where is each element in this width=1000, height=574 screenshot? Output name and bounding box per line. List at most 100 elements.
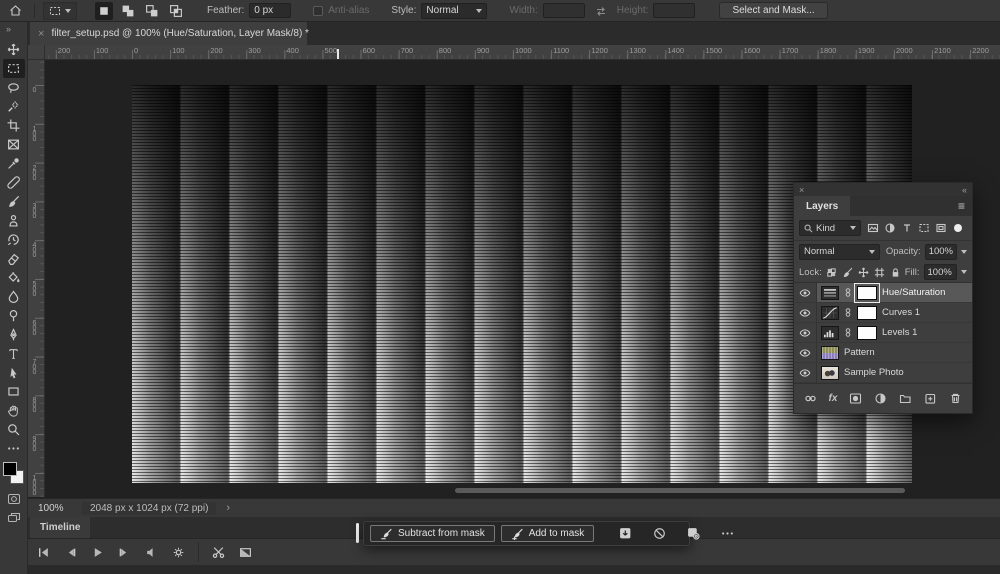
hue-saturation-thumbnail[interactable] (821, 286, 839, 300)
blend-mode-select[interactable]: Normal (799, 244, 880, 260)
play-icon[interactable] (85, 542, 109, 562)
new-selection-icon[interactable] (95, 2, 113, 20)
panel-menu-icon[interactable]: ≡ (958, 199, 972, 213)
subtract-from-mask-button[interactable]: Subtract from mask (370, 525, 495, 542)
fill-input[interactable]: 100% (924, 264, 958, 280)
mask-link-icon[interactable] (844, 287, 852, 298)
lock-image-icon[interactable] (842, 267, 853, 278)
visibility-eye-icon[interactable] (794, 303, 817, 322)
panel-collapse-icon[interactable]: « (962, 185, 967, 195)
delete-layer-icon[interactable] (949, 392, 962, 405)
chevron-down-icon[interactable] (961, 270, 967, 274)
new-adjustment-layer-icon[interactable] (874, 392, 887, 405)
horizontal-ruler[interactable]: 2001000100200300400500600700800900100011… (28, 45, 1000, 60)
photo-thumbnail[interactable] (821, 366, 839, 380)
intersect-selection-icon[interactable] (167, 2, 185, 20)
toolbar-grip-handle[interactable] (356, 523, 359, 543)
layer-name[interactable]: Curves 1 (882, 307, 920, 318)
lock-position-icon[interactable] (858, 267, 869, 278)
tool-preset-picker[interactable] (43, 2, 77, 20)
blur-tool-icon[interactable] (3, 287, 25, 306)
filter-toggle-icon[interactable] (952, 222, 964, 234)
lock-artboard-icon[interactable] (874, 267, 885, 278)
output-mask-icon[interactable] (614, 525, 636, 543)
pen-tool-icon[interactable] (3, 325, 25, 344)
new-layer-icon[interactable] (924, 392, 937, 405)
select-and-mask-button[interactable]: Select and Mask... (719, 2, 827, 19)
chevron-down-icon[interactable] (961, 250, 967, 254)
mask-link-icon[interactable] (844, 307, 852, 318)
layer-row-sample-photo[interactable]: Sample Photo (794, 363, 972, 383)
vertical-ruler[interactable]: 01002003004005006007008009001000 (28, 60, 45, 497)
next-frame-icon[interactable] (112, 542, 136, 562)
visibility-eye-icon[interactable] (794, 283, 817, 302)
color-swatches[interactable] (2, 462, 26, 488)
layer-row-levels[interactable]: Levels 1 (794, 323, 972, 343)
feather-input[interactable] (249, 3, 291, 18)
edit-toolbar-ellipsis-icon[interactable] (3, 439, 25, 458)
zoom-level-field[interactable]: 100% (38, 503, 82, 514)
layer-name[interactable]: Pattern (844, 347, 875, 358)
layers-tab[interactable]: Layers (794, 196, 850, 216)
paint-bucket-tool-icon[interactable] (3, 268, 25, 287)
transition-icon[interactable] (233, 542, 257, 562)
anti-alias-checkbox[interactable] (313, 6, 323, 16)
home-icon[interactable] (0, 4, 30, 17)
subtract-from-selection-icon[interactable] (143, 2, 161, 20)
foreground-color-swatch[interactable] (3, 462, 17, 476)
type-tool-icon[interactable] (3, 344, 25, 363)
layer-row-pattern[interactable]: Pattern (794, 343, 972, 363)
layer-row-hue-saturation[interactable]: Hue/Saturation (794, 283, 972, 303)
eraser-tool-icon[interactable] (3, 249, 25, 268)
layer-mask-thumbnail[interactable] (857, 306, 877, 320)
magic-wand-tool-icon[interactable] (3, 97, 25, 116)
adjustment-layer-filter-icon[interactable] (884, 222, 896, 234)
style-select[interactable]: Normal (421, 3, 487, 19)
quick-mask-icon[interactable] (3, 491, 25, 507)
history-brush-tool-icon[interactable] (3, 230, 25, 249)
layer-name[interactable]: Sample Photo (844, 367, 904, 378)
crop-tool-icon[interactable] (3, 116, 25, 135)
panel-close-icon[interactable]: × (799, 185, 804, 195)
type-layer-filter-icon[interactable] (901, 222, 913, 234)
rectangle-tool-icon[interactable] (3, 382, 25, 401)
horizontal-scrollbar[interactable] (455, 488, 905, 493)
eyedropper-tool-icon[interactable] (3, 154, 25, 173)
first-frame-icon[interactable] (31, 542, 55, 562)
visibility-eye-icon[interactable] (794, 363, 817, 382)
layer-mask-thumbnail[interactable] (857, 326, 877, 340)
healing-brush-tool-icon[interactable] (3, 173, 25, 192)
pixel-layer-filter-icon[interactable] (867, 222, 879, 234)
frame-tool-icon[interactable] (3, 135, 25, 154)
new-group-icon[interactable] (899, 392, 912, 405)
levels-thumbnail[interactable] (821, 326, 839, 340)
curves-thumbnail[interactable] (821, 306, 839, 320)
opacity-input[interactable]: 100% (925, 244, 957, 260)
swap-dimensions-icon[interactable] (595, 5, 607, 17)
add-to-selection-icon[interactable] (119, 2, 137, 20)
previous-frame-icon[interactable] (58, 542, 82, 562)
zoom-tool-icon[interactable] (3, 420, 25, 439)
width-input[interactable] (543, 3, 585, 18)
pattern-thumbnail[interactable] (821, 346, 839, 360)
status-chevron-icon[interactable]: › (226, 502, 230, 514)
layer-style-fx-icon[interactable]: fx (829, 393, 838, 404)
shape-layer-filter-icon[interactable] (918, 222, 930, 234)
layer-row-curves[interactable]: Curves 1 (794, 303, 972, 323)
layer-mask-thumbnail[interactable] (857, 286, 877, 300)
layer-name[interactable]: Levels 1 (882, 327, 917, 338)
brush-tool-icon[interactable] (3, 192, 25, 211)
smart-object-filter-icon[interactable] (935, 222, 947, 234)
settings-icon[interactable] (166, 542, 190, 562)
document-tab[interactable]: × filter_setup.psd @ 100% (Hue/Saturatio… (30, 22, 307, 45)
screen-mode-icon[interactable] (3, 510, 25, 526)
clone-stamp-tool-icon[interactable] (3, 211, 25, 230)
mask-link-icon[interactable] (844, 327, 852, 338)
layer-name[interactable]: Hue/Saturation (882, 287, 945, 298)
visibility-eye-icon[interactable] (794, 323, 817, 342)
disable-mask-icon[interactable] (648, 525, 670, 543)
link-layers-icon[interactable] (804, 392, 817, 405)
add-to-mask-button[interactable]: Add to mask (501, 525, 595, 542)
close-tab-icon[interactable]: × (38, 28, 44, 40)
hand-tool-icon[interactable] (3, 401, 25, 420)
